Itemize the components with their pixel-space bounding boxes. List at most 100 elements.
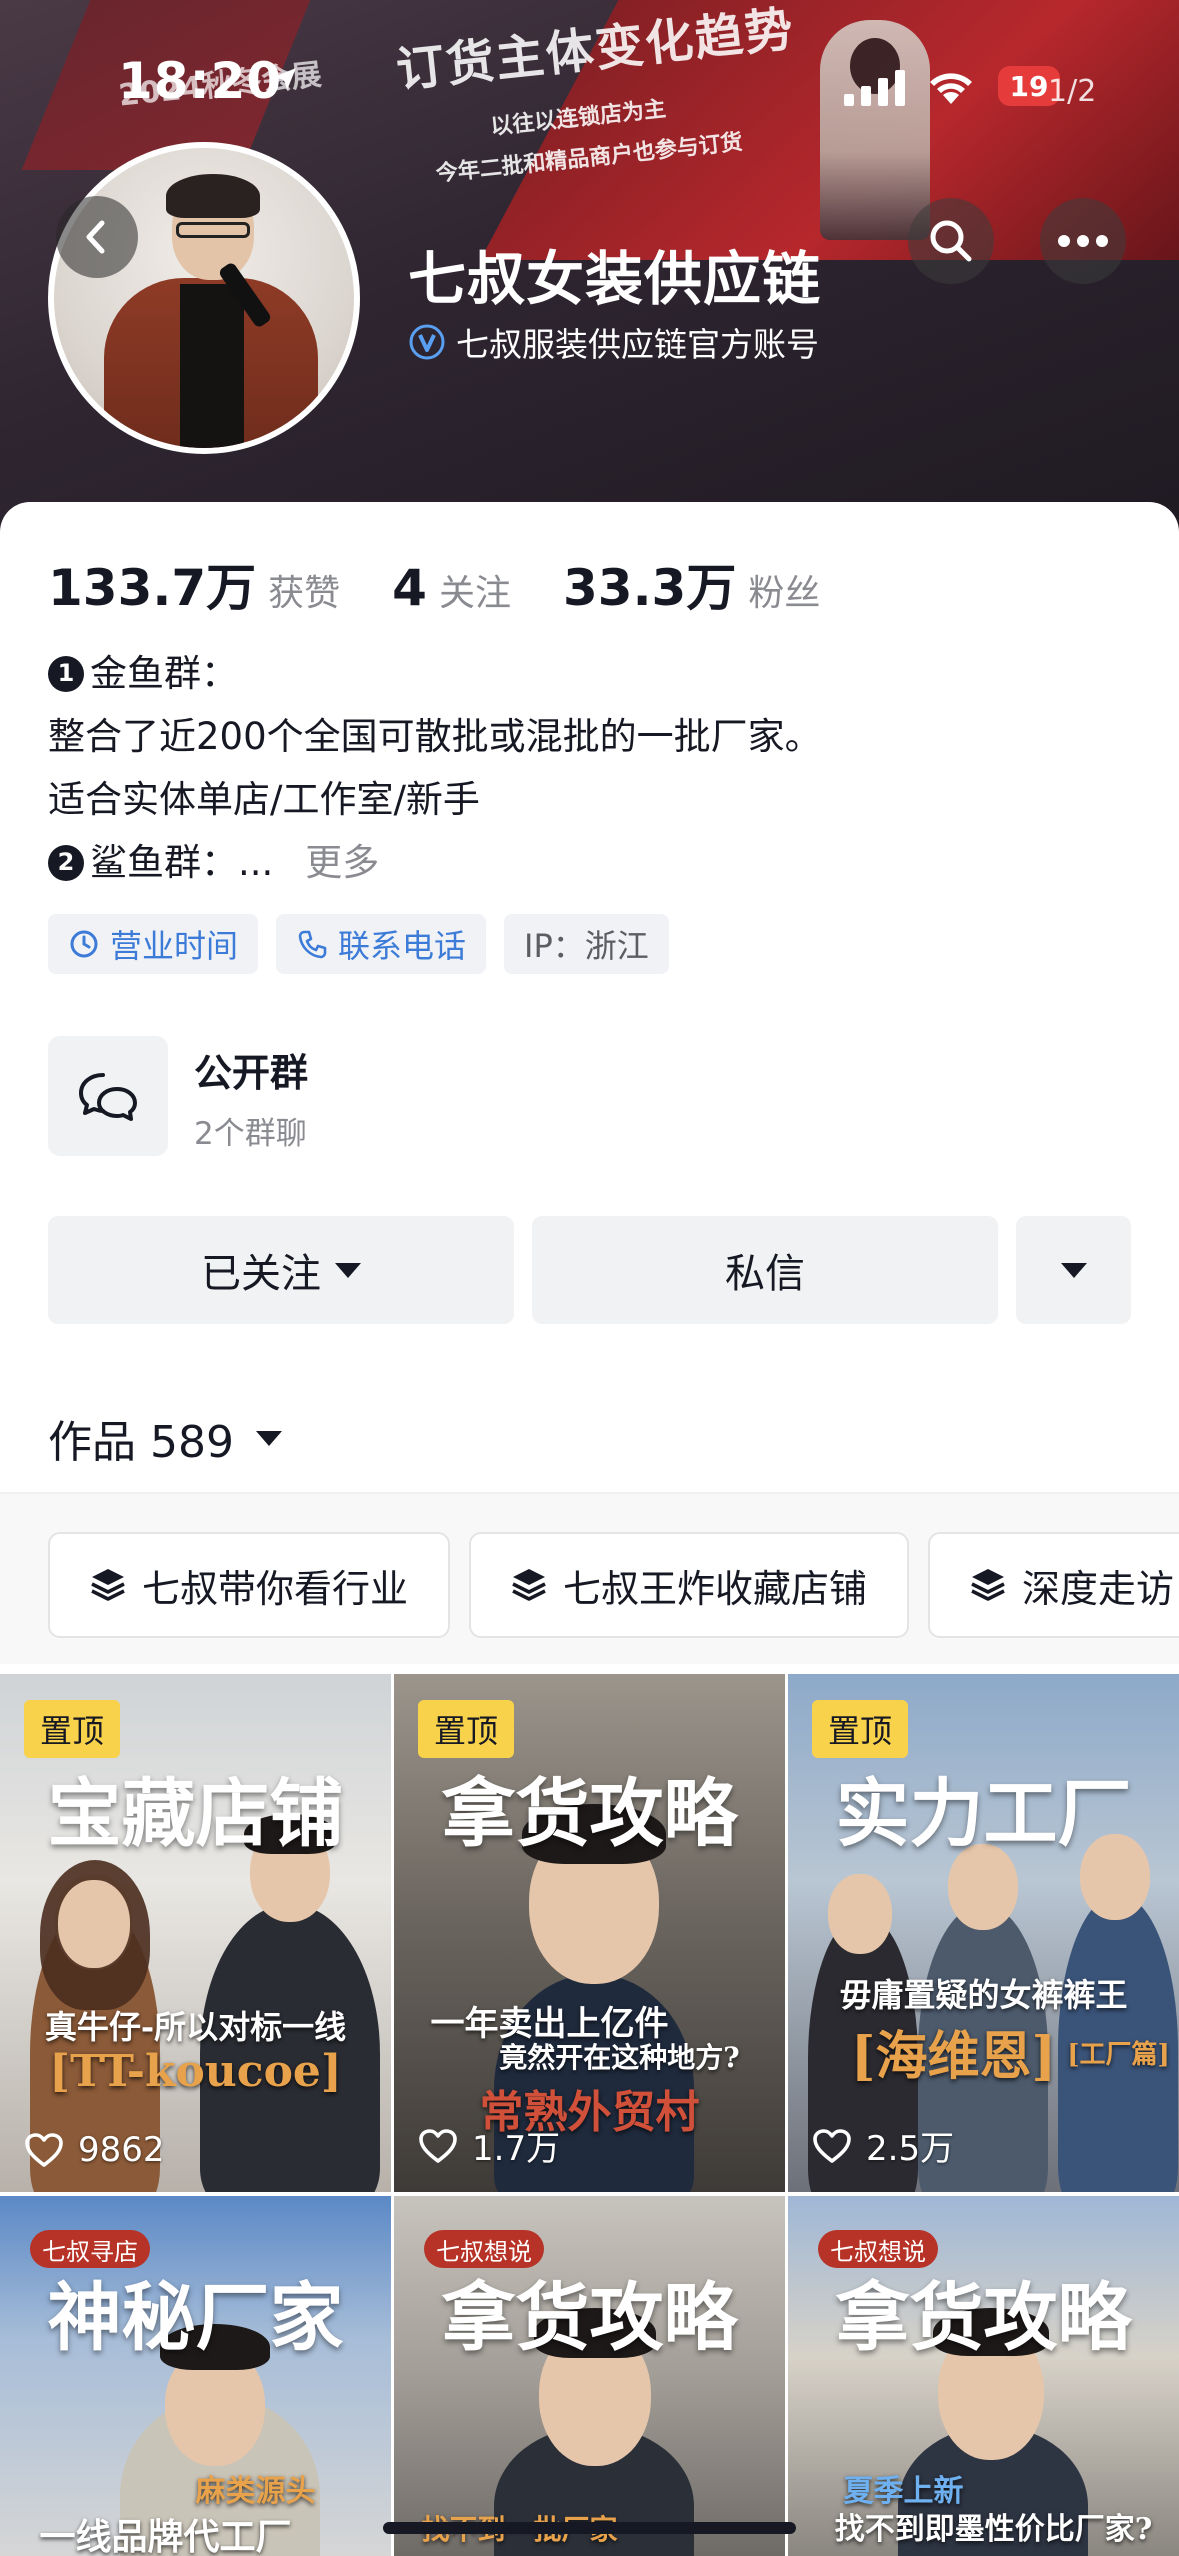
layers-icon — [91, 1569, 125, 1601]
heart-icon — [813, 2128, 851, 2163]
video-tile[interactable]: 置顶 实力工厂 毋庸置疑的女裤裤王 [海维恩] [工厂篇] 2.5万 — [788, 1674, 1179, 2192]
bio-line: 1 金鱼群： — [48, 642, 1128, 705]
business-hours-label: 营业时间 — [110, 927, 239, 965]
followers-count[interactable]: 33.3万 — [563, 548, 736, 620]
followers-label: 粉丝 — [748, 573, 821, 614]
video-caption-highlight: 麻类源头 — [195, 2474, 316, 2509]
video-tile[interactable]: 七叔想说 拿货攻略 夏季上新 找不到即墨性价比厂家? — [788, 2196, 1179, 2556]
location-arrow-icon — [274, 68, 296, 90]
video-tile[interactable]: 置顶 拿货攻略 一年卖出上亿件 竟然开在这种地方? 常熟外贸村 1.7万 — [394, 1674, 785, 2192]
collection-chip[interactable]: 七叔带你看行业 — [48, 1532, 450, 1638]
video-title: 拿货攻略 — [441, 1771, 738, 1857]
business-hours-tag[interactable]: 营业时间 — [48, 914, 259, 974]
banner-page-indicator: 1/2 — [1048, 74, 1097, 109]
contact-phone-tag[interactable]: 联系电话 — [276, 914, 487, 974]
profile-bio[interactable]: 1 金鱼群： 整合了近200个全国可散批或混批的一批厂家。 适合实体单店/工作室… — [48, 642, 1128, 894]
video-title: 实力工厂 — [835, 1771, 1132, 1857]
bio-line: 适合实体单店/工作室/新手 — [48, 768, 1128, 831]
video-caption: 找不到即墨性价比厂家? — [834, 2512, 1153, 2547]
contact-phone-label: 联系电话 — [338, 927, 467, 965]
group-title: 公开群 — [194, 1051, 309, 1095]
video-caption: [工厂篇] — [1067, 2040, 1170, 2070]
tab-works[interactable]: 作品 589 — [48, 1406, 282, 1470]
verification-row: 七叔服装供应链官方账号 — [408, 318, 819, 366]
search-button[interactable] — [908, 198, 994, 284]
phone-icon — [298, 930, 327, 959]
video-title: 宝藏店铺 — [47, 1771, 344, 1857]
group-chat-icon-box — [48, 1036, 168, 1156]
bio-text: 金鱼群： — [90, 652, 238, 695]
heart-icon — [25, 2133, 63, 2167]
collection-label: 七叔带你看行业 — [142, 1566, 409, 1611]
profile-display-name: 七叔女装供应链 — [408, 245, 822, 313]
following-label: 关注 — [438, 573, 511, 614]
avatar-figure — [176, 222, 250, 238]
chevron-left-icon — [86, 220, 105, 254]
profile-tags: 营业时间 联系电话 IP：浙江 — [48, 914, 687, 974]
verified-account-text: 七叔服装供应链官方账号 — [456, 325, 819, 364]
more-options-button[interactable] — [1040, 198, 1126, 284]
works-tab-label: 作品 589 — [48, 1417, 234, 1468]
video-title: 神秘厂家 — [47, 2275, 344, 2361]
profile-actions: 已关注 私信 — [48, 1216, 1131, 1324]
home-indicator[interactable] — [383, 2522, 796, 2534]
bio-more-link[interactable]: 更多 — [305, 831, 379, 894]
video-title: 拿货攻略 — [441, 2275, 738, 2361]
bio-text: 整合了近200个全国可散批或混批的一批厂家。 — [48, 715, 822, 758]
video-caption: 毋庸置疑的女裤裤王 — [839, 1976, 1128, 2014]
caret-down-icon — [335, 1262, 361, 1278]
heart-icon — [419, 2128, 457, 2163]
status-time: 18:20 — [118, 52, 283, 110]
numbered-bullet: 2 — [48, 844, 84, 881]
public-group-entry[interactable]: 公开群 2个群聊 — [48, 1036, 1131, 1156]
video-tile[interactable]: 七叔寻店 神秘厂家 麻类源头 一线品牌代工厂 — [0, 2196, 391, 2556]
message-button-label: 私信 — [725, 1251, 805, 1297]
video-likes: 1.7万 — [418, 2121, 560, 2170]
video-person — [58, 1880, 130, 1968]
ip-location-label: IP：浙江 — [524, 927, 649, 965]
likes-label: 获赞 — [268, 573, 341, 614]
recommend-dropdown-button[interactable] — [1016, 1216, 1131, 1324]
bio-text: 适合实体单店/工作室/新手 — [48, 778, 480, 821]
video-person — [828, 1874, 892, 1954]
cellular-signal-icon — [844, 70, 905, 106]
video-title: 拿货攻略 — [835, 2275, 1132, 2361]
search-icon — [930, 220, 972, 262]
wifi-icon — [930, 73, 972, 104]
likes-count[interactable]: 133.7万 — [48, 548, 256, 620]
caret-down-icon — [1060, 1262, 1087, 1278]
layers-icon — [512, 1569, 546, 1601]
caret-down-icon — [255, 1430, 282, 1446]
more-dots-icon — [1058, 235, 1108, 247]
collection-label: 七叔王炸收藏店铺 — [563, 1566, 868, 1611]
following-button-label: 已关注 — [201, 1251, 321, 1297]
collections-bar: 七叔带你看行业 七叔王炸收藏店铺 深度走访 — [0, 1494, 1179, 1664]
pinned-badge: 置顶 — [812, 1700, 909, 1758]
video-tile[interactable]: 七叔想说 拿货攻略 找不到一批厂家 — [394, 2196, 785, 2556]
collection-chip[interactable]: 七叔王炸收藏店铺 — [469, 1532, 909, 1638]
message-button[interactable]: 私信 — [532, 1216, 998, 1324]
video-tile[interactable]: 置顶 宝藏店铺 真牛仔-所以对标一线 [TT-koucoe] 9862 — [0, 1674, 391, 2192]
back-button[interactable] — [56, 196, 138, 278]
group-count: 2个群聊 — [194, 1116, 307, 1152]
bio-line: 整合了近200个全国可散批或混批的一批厂家。 — [48, 705, 1128, 768]
following-count[interactable]: 4 — [392, 559, 427, 617]
layers-icon — [971, 1569, 1005, 1601]
profile-stats: 133.7万 获赞 4 关注 33.3万 粉丝 — [48, 548, 872, 620]
avatar-figure — [180, 284, 244, 448]
avatar-figure — [166, 174, 260, 218]
collection-label: 深度走访 — [1022, 1566, 1175, 1611]
chat-bubbles-icon — [79, 1073, 137, 1121]
profile-avatar[interactable] — [48, 142, 360, 454]
video-caption: 竟然开在这种地方? — [499, 2041, 740, 2074]
video-likes: 9862 — [24, 2130, 165, 2170]
video-caption-highlight: [TT-koucoe] — [49, 2046, 342, 2097]
pinned-badge: 置顶 — [24, 1700, 121, 1758]
ip-location-tag: IP：浙江 — [504, 914, 669, 974]
collection-chip[interactable]: 深度走访 — [928, 1532, 1179, 1638]
following-button[interactable]: 已关注 — [48, 1216, 514, 1324]
likes-count: 2.5万 — [866, 2129, 955, 2169]
likes-count: 1.7万 — [472, 2129, 561, 2169]
video-caption: 一线品牌代工厂 — [39, 2516, 292, 2556]
numbered-bullet: 1 — [48, 655, 84, 692]
